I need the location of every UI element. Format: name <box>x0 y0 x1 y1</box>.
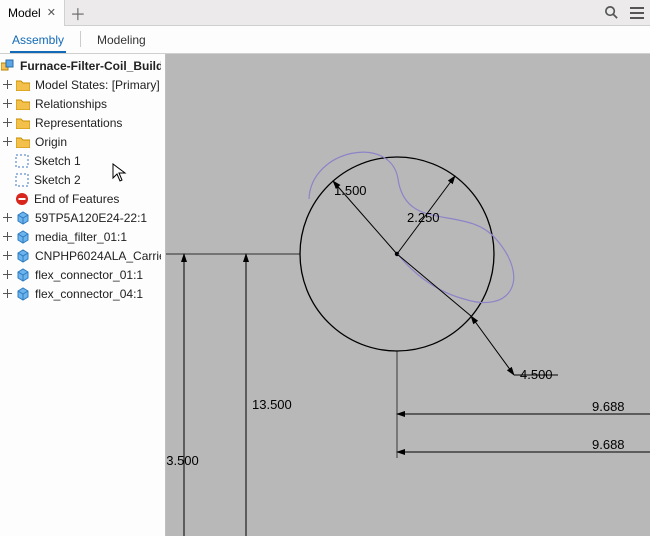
tree: Furnace-Filter-Coil_Buildup Model States… <box>0 54 165 305</box>
tree-sketch2[interactable]: Sketch 2 <box>0 170 165 189</box>
add-tab-button[interactable]: ＋ <box>65 0 91 26</box>
tree-sketch1[interactable]: Sketch 1 <box>0 151 165 170</box>
part-icon <box>15 229 31 245</box>
model-browser: Furnace-Filter-Coil_Buildup Model States… <box>0 54 166 536</box>
tree-label: 59TP5A120E24-22:1 <box>35 211 147 225</box>
separator <box>80 31 81 47</box>
tree-component[interactable]: flex_connector_01:1 <box>0 265 165 284</box>
plus-icon: ＋ <box>70 1 86 25</box>
tree-end-of-features[interactable]: End of Features <box>0 189 165 208</box>
tree-representations[interactable]: Representations <box>0 113 165 132</box>
part-icon <box>15 286 31 302</box>
expand-icon[interactable] <box>1 231 13 243</box>
mode-bar: Assembly Modeling <box>0 26 650 54</box>
folder-icon <box>15 115 31 131</box>
tree-label: End of Features <box>34 192 119 206</box>
hamburger-icon <box>630 7 644 9</box>
tree-label: Model States: [Primary] <box>35 78 160 92</box>
expand-icon[interactable] <box>1 288 13 300</box>
tree-label: Sketch 2 <box>34 173 81 187</box>
tree-label: media_filter_01:1 <box>35 230 127 244</box>
expand-icon[interactable] <box>1 98 13 110</box>
close-icon[interactable]: ✕ <box>47 6 56 19</box>
folder-icon <box>15 77 31 93</box>
sketch-icon <box>14 153 30 169</box>
tree-label: Sketch 1 <box>34 154 81 168</box>
part-icon <box>15 248 31 264</box>
tree-label: flex_connector_04:1 <box>35 287 143 301</box>
sketch-icon <box>14 172 30 188</box>
tree-component[interactable]: flex_connector_04:1 <box>0 284 165 303</box>
sketch-svg: 1.500 2.250 4.500 9.688 9.688 <box>166 54 650 536</box>
search-icon <box>604 5 619 20</box>
tree-label: Relationships <box>35 97 107 111</box>
tree-label: CNPHP6024ALA_Carrier:1 <box>35 249 161 263</box>
tab-label: Model <box>8 6 41 20</box>
expand-icon[interactable] <box>1 250 13 262</box>
tree-label: Furnace-Filter-Coil_Buildup <box>20 59 161 73</box>
expand-icon[interactable] <box>1 269 13 281</box>
expand-icon[interactable] <box>1 136 13 148</box>
dim-text: 4.500 <box>520 367 553 382</box>
expand-icon[interactable] <box>1 117 13 129</box>
tree-model-states[interactable]: Model States: [Primary] <box>0 75 165 94</box>
part-icon <box>15 210 31 226</box>
expand-icon[interactable] <box>1 212 13 224</box>
stop-icon <box>14 191 30 207</box>
spline-curve <box>309 152 514 302</box>
dim-v-13500-b: 13.500 <box>166 254 246 536</box>
tree-root[interactable]: Furnace-Filter-Coil_Buildup <box>0 56 165 75</box>
dim-radius-1500: 1.500 <box>333 181 397 254</box>
title-tab-bar: Model ✕ ＋ <box>0 0 650 26</box>
model-tab[interactable]: Model ✕ <box>0 0 65 26</box>
folder-icon <box>15 96 31 112</box>
tree-label: Origin <box>35 135 67 149</box>
assembly-icon <box>0 58 16 74</box>
dim-diameter-4500: 4.500 <box>397 254 558 382</box>
dim-text: 9.688 <box>592 437 625 452</box>
part-icon <box>15 267 31 283</box>
dim-text: 13.500 <box>252 397 292 412</box>
tree-component[interactable]: CNPHP6024ALA_Carrier:1 <box>0 246 165 265</box>
tree-origin[interactable]: Origin <box>0 132 165 151</box>
folder-icon <box>15 134 31 150</box>
tab-assembly[interactable]: Assembly <box>10 29 66 53</box>
tab-modeling[interactable]: Modeling <box>95 29 148 53</box>
dim-text: 9.688 <box>592 399 625 414</box>
tree-relationships[interactable]: Relationships <box>0 94 165 113</box>
dim-h-9688-a: 9.688 <box>397 351 650 420</box>
dim-text: 13.500 <box>166 453 199 468</box>
dim-text: 2.250 <box>407 210 440 225</box>
dim-text: 1.500 <box>334 183 367 198</box>
dim-h-9688-b: 9.688 <box>397 420 650 458</box>
search-button[interactable] <box>598 0 624 26</box>
tree-label: Representations <box>35 116 122 130</box>
tree-component[interactable]: media_filter_01:1 <box>0 227 165 246</box>
expand-icon[interactable] <box>1 79 13 91</box>
tree-label: flex_connector_01:1 <box>35 268 143 282</box>
sketch-canvas[interactable]: 1.500 2.250 4.500 9.688 9.688 <box>166 54 650 536</box>
dim-v-13500-a: 13.500 <box>166 254 300 536</box>
tree-component[interactable]: 59TP5A120E24-22:1 <box>0 208 165 227</box>
menu-button[interactable] <box>624 0 650 26</box>
dim-radius-2250: 2.250 <box>397 176 455 254</box>
